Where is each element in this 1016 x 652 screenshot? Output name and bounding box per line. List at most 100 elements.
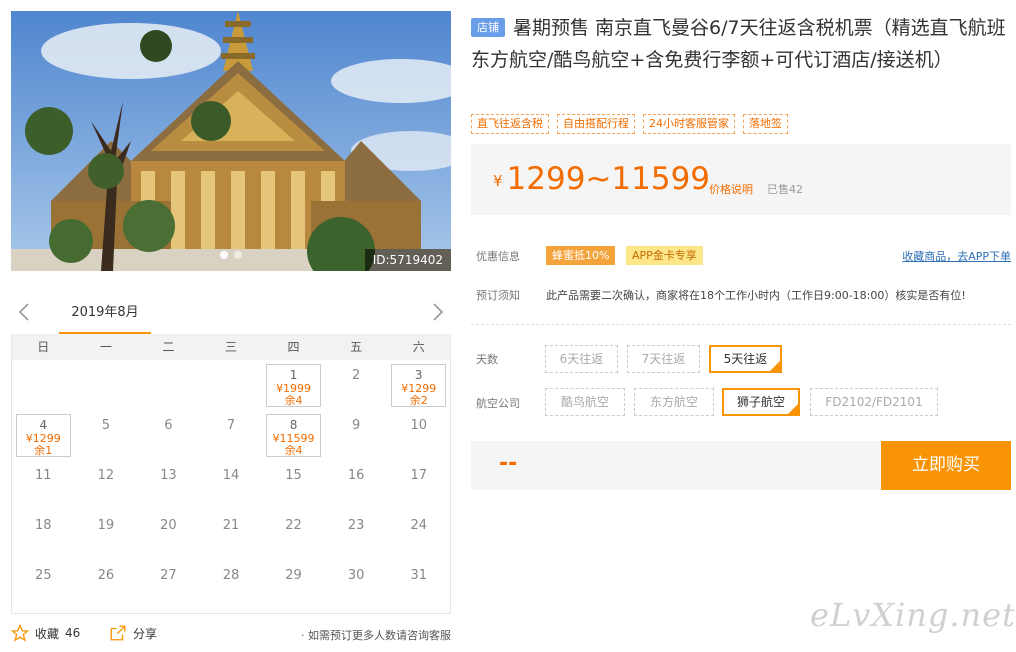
calendar-day: 24 <box>387 510 450 560</box>
option-airline-china-eastern[interactable]: 东方航空 <box>634 388 714 416</box>
day-number: 31 <box>410 568 427 583</box>
calendar-day <box>12 360 75 410</box>
calendar-day <box>137 360 200 410</box>
calendar-day: 19 <box>75 510 138 560</box>
prev-month-icon[interactable] <box>15 300 35 324</box>
calendar-day: 21 <box>200 510 263 560</box>
calendar-day: 15 <box>262 460 325 510</box>
feature-tag: 直飞往返含税 <box>471 114 549 134</box>
carousel-dots <box>220 251 242 259</box>
days-label: 天数 <box>476 353 498 366</box>
buy-now-button[interactable]: 立即购买 <box>881 441 1011 490</box>
day-number: 22 <box>285 518 302 533</box>
next-month-icon[interactable] <box>427 300 447 324</box>
day-number: 7 <box>226 418 236 433</box>
favorite-label: 收藏 <box>35 626 60 641</box>
option-flight-fd2102[interactable]: FD2102/FD2101 <box>810 388 938 416</box>
airline-label: 航空公司 <box>476 397 520 410</box>
divider <box>471 324 1011 325</box>
calendar-day: 22 <box>262 510 325 560</box>
calendar-day: 9 <box>325 410 388 460</box>
day-number: 27 <box>160 568 177 583</box>
calendar-day <box>75 360 138 410</box>
option-7-days[interactable]: 7天往返 <box>627 345 700 373</box>
day-number: 13 <box>160 468 177 483</box>
calendar-day-available[interactable]: 1 ¥1999 余4 <box>262 360 325 410</box>
option-5-days[interactable]: 5天往返 <box>709 345 782 373</box>
option-airline-scoot[interactable]: 酷鸟航空 <box>545 388 625 416</box>
day-number: 8 <box>289 418 298 432</box>
date-calendar: 日 一 二 三 四 五 六 1 ¥1999 余4 2 3 ¥1299 余2 4 ¥1299 余1 5… <box>11 334 451 614</box>
calendar-day: 25 <box>12 560 75 610</box>
day-stock: 余2 <box>409 394 428 407</box>
feature-tag: 落地签 <box>743 114 788 134</box>
calendar-day: 20 <box>137 510 200 560</box>
day-number: 20 <box>160 518 177 533</box>
weekday-label: 三 <box>224 340 237 354</box>
day-number: 21 <box>222 518 240 533</box>
day-stock: 余4 <box>284 444 303 457</box>
calendar-day: 28 <box>200 560 263 610</box>
day-stock: 余1 <box>34 444 53 457</box>
carousel-dot[interactable] <box>234 251 242 259</box>
day-stock: 余4 <box>284 394 303 407</box>
calendar-navigation: 2019年8月 <box>11 296 451 334</box>
weekday-label: 五 <box>350 340 363 354</box>
watermark: eLvXing.net <box>810 596 1016 634</box>
calendar-day-available[interactable]: 4 ¥1299 余1 <box>12 410 75 460</box>
day-number: 2 <box>351 368 361 383</box>
day-number: 4 <box>39 418 48 432</box>
day-number: 26 <box>97 568 115 583</box>
product-photo[interactable]: ID:5719402 <box>11 11 451 271</box>
calendar-day: 7 <box>200 410 263 460</box>
option-6-days[interactable]: 6天往返 <box>545 345 618 373</box>
day-number: 3 <box>414 368 423 382</box>
weekday-label: 日 <box>37 340 50 354</box>
calendar-day: 14 <box>200 460 263 510</box>
calendar-day: 18 <box>12 510 75 560</box>
day-number: 10 <box>410 418 427 433</box>
calendar-weekday-header: 日 一 二 三 四 五 六 <box>12 334 450 360</box>
calendar-day: 2 <box>325 360 388 410</box>
share-label: 分享 <box>133 626 158 641</box>
honey-discount-badge: 蜂蜜抵10% <box>546 246 616 265</box>
weekday-label: 六 <box>412 340 425 354</box>
calendar-day: 13 <box>137 460 200 510</box>
day-number: 24 <box>410 518 427 533</box>
day-number: 17 <box>410 468 427 483</box>
calendar-day: 27 <box>137 560 200 610</box>
carousel-dot-active[interactable] <box>220 251 228 259</box>
feature-tag: 24小时客服管家 <box>643 114 735 134</box>
day-number: 12 <box>97 468 115 483</box>
calendar-days-grid: 1 ¥1999 余4 2 3 ¥1299 余2 4 ¥1299 余1 5 6 7 8 ¥11599 余4 9 10… <box>12 360 450 610</box>
calendar-day: 30 <box>325 560 388 610</box>
calendar-day-available[interactable]: 3 ¥1299 余2 <box>387 360 450 410</box>
share-icon <box>110 625 126 641</box>
weekday-label: 四 <box>287 340 300 354</box>
share-button[interactable]: 分享 <box>109 624 157 642</box>
calendar-day-available[interactable]: 8 ¥11599 余4 <box>262 410 325 460</box>
star-icon <box>11 624 29 642</box>
favorite-count: 46 <box>65 626 81 640</box>
price-value: 1299~11599 <box>506 161 711 197</box>
day-number: 14 <box>222 468 240 483</box>
option-airline-lion-air[interactable]: 狮子航空 <box>722 388 800 416</box>
day-number: 19 <box>97 518 115 533</box>
shop-tag: 店铺 <box>471 18 505 37</box>
price-explanation-link[interactable]: 价格说明 <box>709 181 753 197</box>
day-number: 11 <box>35 468 52 483</box>
app-gold-card-badge: APP金卡专享 <box>626 246 703 265</box>
calendar-day: 31 <box>387 560 450 610</box>
booking-notice-text: 此产品需要二次确认，商家将在18个工作小时内（工作日9:00-18:00）核实是… <box>546 289 966 302</box>
day-number: 5 <box>101 418 110 433</box>
currency-symbol: ¥ <box>493 172 503 190</box>
calendar-month-tab[interactable]: 2019年8月 <box>59 296 151 334</box>
weekday-label: 二 <box>162 340 175 354</box>
selected-price: -- <box>499 451 518 476</box>
feature-tag: 自由搭配行程 <box>557 114 635 134</box>
calendar-day: 6 <box>137 410 200 460</box>
calendar-day <box>200 360 263 410</box>
favorite-app-link[interactable]: 收藏商品，去APP下单 <box>902 248 1011 264</box>
day-number: 1 <box>289 368 298 382</box>
favorite-button[interactable]: 收藏 46 <box>11 624 80 642</box>
